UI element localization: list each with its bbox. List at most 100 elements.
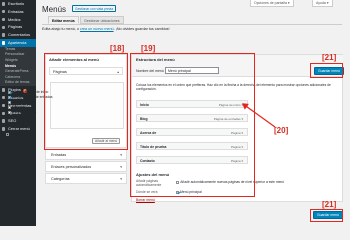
notice-tail: . ¡No olvides guardar tus cambios! xyxy=(113,27,170,31)
collapse-icon xyxy=(2,127,6,131)
categories-accordion-header[interactable]: Categorías ▾ xyxy=(45,173,127,184)
checkbox[interactable] xyxy=(8,110,11,114)
tab-edit-menus[interactable]: Editar menús xyxy=(48,16,79,24)
create-menu-link[interactable]: crea un nuevo menú xyxy=(80,27,114,31)
annotation-label-20: [20] xyxy=(274,126,289,135)
menu-settings-heading: Ajustes del menú xyxy=(136,172,170,177)
edit-notice: Edita abajo tu menú, o crea un nuevo men… xyxy=(42,27,170,31)
menu-item-title: Contacto xyxy=(140,159,155,163)
help-button[interactable]: Ayuda ▾ xyxy=(312,0,333,7)
manage-live-preview-button[interactable]: Gestionar con vista previa xyxy=(72,5,117,12)
menu-structure-panel: Estructura del menú Nombre del menú Menú… xyxy=(131,54,344,202)
page-checkbox-row[interactable]: Contacto xyxy=(8,105,25,109)
checkbox[interactable] xyxy=(8,100,11,104)
screen-options-button[interactable]: Opciones de pantalla ▾ xyxy=(250,0,294,7)
sidebar-item-medios[interactable]: Medios xyxy=(0,16,36,24)
sidebar-item-label: Comentarios xyxy=(8,32,31,38)
sidebar-item-entradas[interactable]: Entradas xyxy=(0,8,36,16)
sidebar-item-label: Escritorio xyxy=(8,1,25,6)
media-icon xyxy=(2,17,6,22)
auto-add-option: Añadir automáticamente nuevas páginas de… xyxy=(180,180,285,184)
location-checkbox-row[interactable]: Menú principal xyxy=(176,190,202,194)
sidebar-item-escritorio[interactable]: Escritorio xyxy=(0,0,36,8)
dashboard-icon xyxy=(2,2,6,6)
select-all-checkbox[interactable]: Seleccionar todo xyxy=(6,132,35,136)
checkbox[interactable] xyxy=(176,180,179,184)
chevron-down-icon: ▾ xyxy=(120,153,122,157)
save-menu-button-top[interactable]: Guardar menú xyxy=(314,67,344,75)
sidebar-item-paginas[interactable]: Páginas xyxy=(0,23,36,31)
sidebar-item-label: Apariencia xyxy=(8,39,27,45)
delete-menu-link[interactable]: Borrar menú xyxy=(136,198,155,202)
location-option: Menú principal xyxy=(180,190,202,194)
menu-item-inicio[interactable]: Inicio Página de inicio xyxy=(136,100,248,108)
pages-accordion-header[interactable]: Páginas ▴ xyxy=(49,67,123,75)
page-checkbox-row[interactable]: Inicio — Página de inicio xyxy=(8,90,48,94)
location-label: Dónde se verá xyxy=(136,190,158,194)
menu-item-type[interactable]: Página de entradas xyxy=(214,115,243,123)
sidebar-item-seo[interactable]: SEO xyxy=(0,117,36,125)
sidebar-item-apariencia[interactable]: Apariencia xyxy=(0,38,36,47)
page-checkbox-row[interactable]: Acerca de xyxy=(8,100,27,104)
checkbox[interactable] xyxy=(8,105,11,109)
page-checkbox-row[interactable]: Título de prueba xyxy=(8,110,36,114)
chevron-up-icon: ▴ xyxy=(117,70,119,74)
sidebar-item-label: Cerrar menú xyxy=(8,125,30,131)
custom-links-accordion-header[interactable]: Enlaces personalizados ▾ xyxy=(45,161,127,172)
menu-item-title: Blog xyxy=(140,117,148,121)
annotation-label-21-top: [21] xyxy=(322,53,337,62)
page-icon xyxy=(2,25,6,29)
checkbox[interactable] xyxy=(6,132,9,136)
page-checkbox-row[interactable]: Blog — Página de entradas xyxy=(8,95,53,99)
checkbox-checked[interactable] xyxy=(8,90,11,94)
pages-accordion-label: Páginas xyxy=(53,70,67,74)
menu-item-type[interactable]: Página de inicio xyxy=(219,101,243,109)
page-checkbox-label: Inicio — Página de inicio xyxy=(12,90,49,94)
sidebar-item-label: SEO xyxy=(8,118,17,124)
chevron-down-icon: ▾ xyxy=(120,165,122,169)
menu-item-acerca-de[interactable]: Acerca de Página xyxy=(136,128,248,136)
menu-item-type[interactable]: Página xyxy=(231,143,243,151)
sidebar-item-label: Medios xyxy=(8,16,21,22)
pin-icon xyxy=(2,9,6,14)
menu-instructions: Coloca los elementos en el orden que pre… xyxy=(136,83,331,92)
menu-item-contacto[interactable]: Contacto Página xyxy=(136,156,248,164)
menu-name-input[interactable]: Menú principal xyxy=(165,67,219,74)
annotation-label-18: [18] xyxy=(110,44,125,53)
select-all-label: Seleccionar todo xyxy=(10,132,35,136)
menu-item-title: Título de prueba xyxy=(140,145,167,149)
custom-links-accordion-label: Enlaces personalizados xyxy=(51,165,92,169)
sidebar-item-label: Páginas xyxy=(8,24,23,30)
chevron-down-icon: ▾ xyxy=(120,177,122,181)
pages-checklist-frame xyxy=(50,82,124,129)
sidebar-item-comentarios[interactable]: Comentarios xyxy=(0,31,36,39)
page-checkbox-label: Acerca de xyxy=(12,100,28,104)
plugin-icon xyxy=(2,88,6,92)
page-checkbox-label: Blog — Página de entradas xyxy=(12,95,53,99)
menu-item-type[interactable]: Página xyxy=(231,157,243,165)
menu-item-blog[interactable]: Blog Página de entradas xyxy=(136,114,248,122)
annotation-label-19: [19] xyxy=(141,44,156,53)
annotation-label-21-bottom: [21] xyxy=(322,200,337,209)
posts-accordion-header[interactable]: Entradas ▾ xyxy=(45,149,127,160)
categories-accordion-label: Categorías xyxy=(51,177,70,181)
tools-icon xyxy=(2,103,6,108)
settings-icon xyxy=(2,111,6,115)
menu-item-type[interactable]: Página xyxy=(231,129,243,137)
menu-item-title: Inicio xyxy=(140,103,149,107)
paintbrush-icon xyxy=(2,41,6,45)
menu-item-titulo-prueba[interactable]: Título de prueba Página xyxy=(136,142,248,150)
save-menu-button-bottom[interactable]: Guardar menú xyxy=(313,211,343,219)
checkbox-checked[interactable] xyxy=(8,95,11,99)
page-checkbox-label: Contacto xyxy=(12,105,26,109)
auto-add-checkbox-row[interactable]: Añadir automáticamente nuevas páginas de… xyxy=(176,180,284,184)
posts-accordion-label: Entradas xyxy=(51,153,67,157)
tab-manage-locations[interactable]: Gestionar ubicaciones xyxy=(80,16,124,24)
comment-icon xyxy=(2,33,6,37)
sidebar-item-label: Entradas xyxy=(8,8,24,14)
add-to-menu-button[interactable]: Añadir al menú xyxy=(92,138,121,145)
menu-item-title: Acerca de xyxy=(140,131,157,135)
checkbox-checked[interactable] xyxy=(176,190,179,194)
menu-name-label: Nombre del menú xyxy=(136,69,164,73)
auto-add-label: Añadir páginas automáticamente xyxy=(136,179,162,188)
